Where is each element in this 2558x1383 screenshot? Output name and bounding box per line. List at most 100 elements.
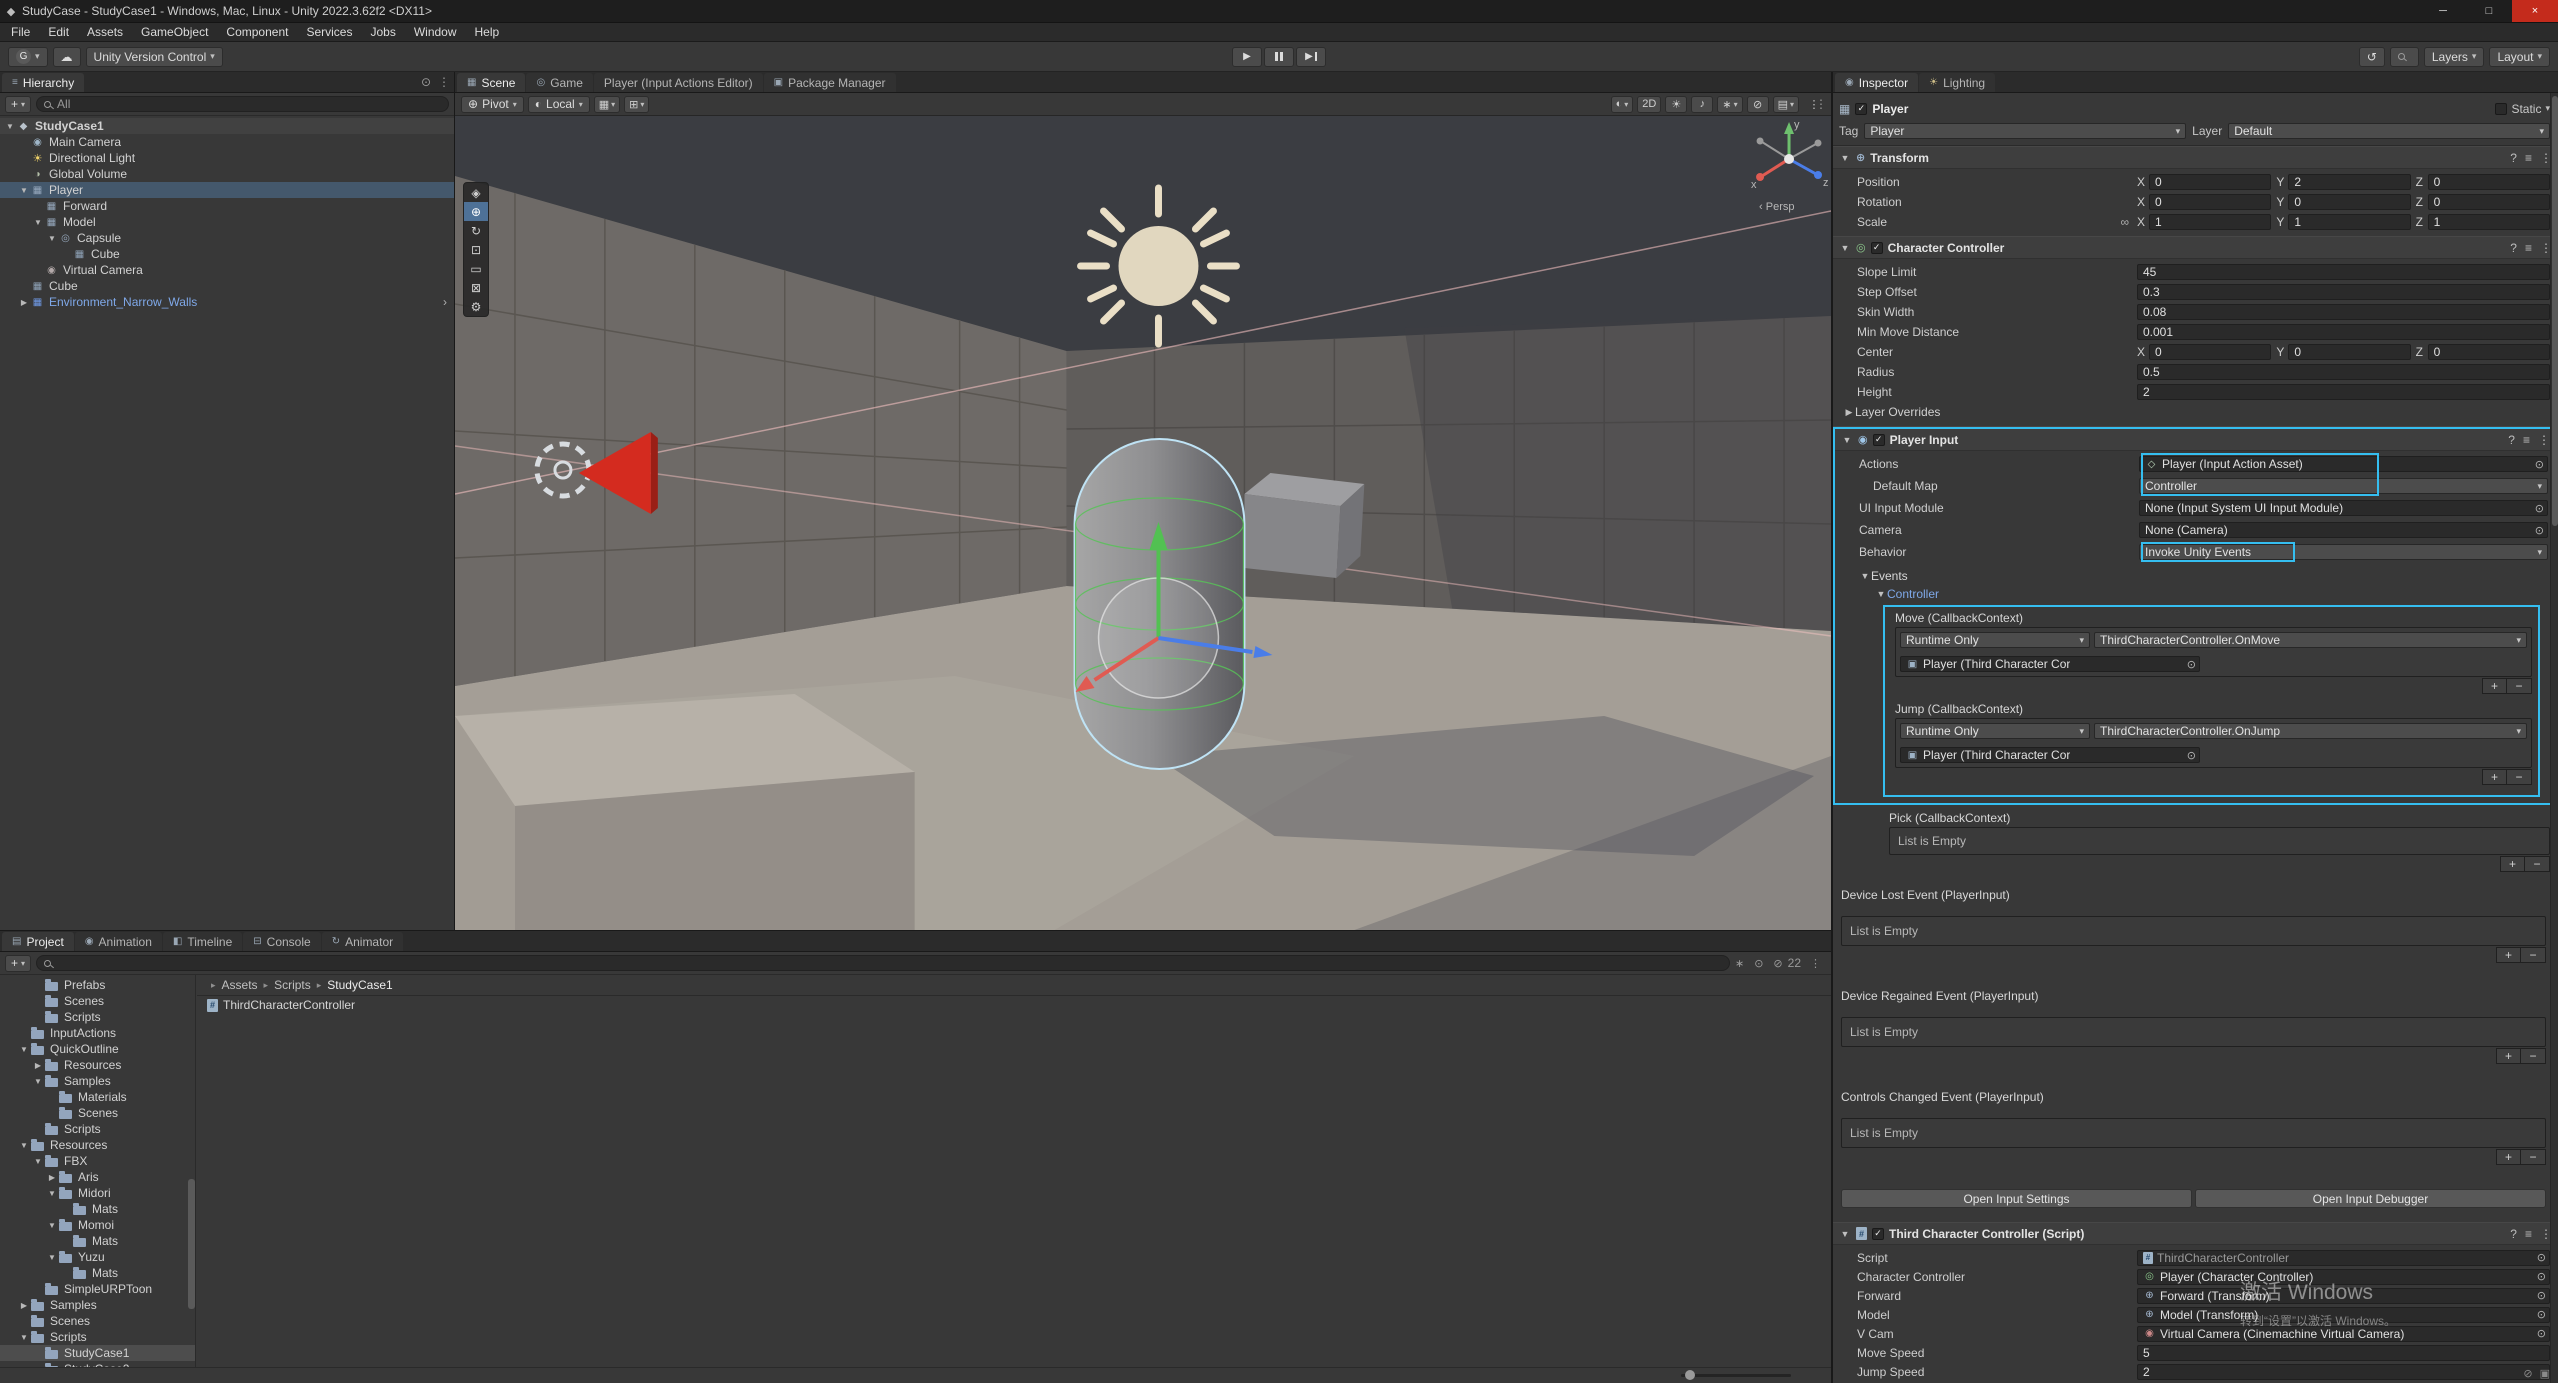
foldout-arrow[interactable]: ▼: [18, 1333, 30, 1342]
camera-object-field[interactable]: None (Camera): [2139, 522, 2548, 538]
directional-light-gizmo[interactable]: [1081, 188, 1237, 344]
z-input[interactable]: 1: [2428, 214, 2550, 230]
foldout-arrow[interactable]: [1839, 1229, 1851, 1239]
y-input[interactable]: 2: [2288, 174, 2410, 190]
hidden-packages-icon[interactable]: ⊘: [1773, 957, 1782, 970]
hierarchy-item[interactable]: ▼ StudyCase1: [0, 118, 454, 134]
x-input[interactable]: 0: [2149, 174, 2271, 190]
scene-viewport[interactable]: x y z ‹ Persp: [455, 116, 1831, 930]
event-target-field[interactable]: Player (Third Character Cor: [1900, 656, 2200, 672]
event-function-dropdown[interactable]: ThirdCharacterController.OnMove: [2094, 632, 2527, 648]
x-input[interactable]: 1: [2149, 214, 2271, 230]
events-foldout[interactable]: Events: [1839, 567, 2548, 585]
project-folder-row[interactable]: ▼ QuickOutline: [0, 1041, 195, 1057]
value-input[interactable]: 0.08: [2137, 304, 2550, 320]
presets-icon[interactable]: ≡: [2525, 241, 2532, 255]
menu-item[interactable]: Assets: [78, 23, 132, 41]
hierarchy-item[interactable]: ▼ Model: [0, 214, 454, 230]
add-event-button[interactable]: +: [2482, 678, 2507, 694]
hierarchy-item[interactable]: Directional Light: [0, 150, 454, 166]
foldout-arrow[interactable]: ▼: [18, 1045, 30, 1054]
foldout-arrow[interactable]: ▶: [46, 1173, 58, 1182]
z-input[interactable]: 0: [2428, 174, 2550, 190]
object-picker-icon[interactable]: [2534, 1251, 2546, 1264]
player-input-header[interactable]: Player Input ? ≡ ⋮: [1835, 429, 2556, 451]
bottom-panel-tab[interactable]: Console: [243, 932, 320, 951]
zoom-slider-thumb[interactable]: [1685, 1370, 1695, 1380]
foldout-arrow[interactable]: [1843, 407, 1855, 418]
remove-event-button[interactable]: −: [2525, 856, 2550, 872]
project-folder-row[interactable]: ▼ Yuzu: [0, 1249, 195, 1265]
activity-icon[interactable]: ⊘: [2523, 1367, 2532, 1380]
event-function-dropdown[interactable]: ThirdCharacterController.OnJump: [2094, 723, 2527, 739]
hierarchy-item[interactable]: Virtual Camera: [0, 262, 454, 278]
minimize-button[interactable]: ─: [2420, 0, 2466, 22]
object-field[interactable]: Forward (Transform): [2137, 1288, 2550, 1304]
scene-tool-button[interactable]: ◈: [464, 183, 488, 202]
y-input[interactable]: 0: [2288, 344, 2410, 360]
search-by-type-icon[interactable]: ∗: [1735, 957, 1744, 970]
remove-event-button[interactable]: −: [2507, 769, 2532, 785]
menu-item[interactable]: File: [2, 23, 39, 41]
object-field[interactable]: Virtual Camera (Cinemachine Virtual Came…: [2137, 1326, 2550, 1342]
tag-dropdown[interactable]: Player: [1864, 123, 2186, 139]
project-folder-row[interactable]: Scripts: [0, 1121, 195, 1137]
object-picker-icon[interactable]: [2532, 524, 2544, 537]
presets-icon[interactable]: ≡: [2523, 433, 2530, 447]
remove-event-button[interactable]: −: [2507, 678, 2532, 694]
cloud-services-button[interactable]: ☁: [53, 47, 81, 67]
scene-tool-button[interactable]: ▭: [464, 259, 488, 278]
foldout-arrow[interactable]: [1841, 435, 1853, 445]
snap-settings-dropdown[interactable]: ⊞▾: [624, 96, 649, 113]
active-checkbox[interactable]: [1855, 103, 1867, 115]
value-input[interactable]: 5: [2137, 1345, 2550, 1361]
breadcrumb-item[interactable]: ▸ Assets: [205, 978, 258, 992]
project-folder-row[interactable]: ▼ Midori: [0, 1185, 195, 1201]
scene-visibility-toggle[interactable]: ⊘: [1747, 96, 1769, 113]
foldout-arrow[interactable]: ▼: [4, 122, 16, 131]
perspective-label[interactable]: ‹ Persp: [1759, 201, 1794, 213]
object-picker-icon[interactable]: [2184, 749, 2196, 762]
x-input[interactable]: 0: [2149, 194, 2271, 210]
menu-item[interactable]: Window: [405, 23, 466, 41]
scene-view-tab[interactable]: Game: [526, 73, 592, 92]
remove-event-button[interactable]: −: [2521, 1048, 2546, 1064]
foldout-arrow[interactable]: ▼: [46, 1253, 58, 1262]
y-input[interactable]: 0: [2288, 194, 2410, 210]
scene-tool-button[interactable]: ⊠: [464, 278, 488, 297]
thumbnail-zoom-slider[interactable]: [1681, 1374, 1791, 1377]
presets-icon[interactable]: ≡: [2525, 1227, 2532, 1241]
layout-dropdown[interactable]: Layout ▾: [2489, 47, 2550, 67]
character-controller-header[interactable]: Character Controller ? ≡ ⋮: [1833, 237, 2558, 259]
help-icon[interactable]: ?: [2510, 1227, 2517, 1241]
layer-overrides-row[interactable]: Layer Overrides: [1833, 402, 2550, 422]
add-asset-button[interactable]: + ▾: [5, 955, 31, 972]
project-folder-row[interactable]: SimpleURPToon: [0, 1281, 195, 1297]
event-target-field[interactable]: Player (Third Character Cor: [1900, 747, 2200, 763]
object-field[interactable]: Player (Character Controller): [2137, 1269, 2550, 1285]
component-grid-dropdown[interactable]: ▤▾: [1773, 96, 1799, 113]
add-event-button[interactable]: +: [2496, 1048, 2521, 1064]
inspector-tab[interactable]: Lighting: [1919, 73, 1995, 92]
actions-object-field[interactable]: Player (Input Action Asset): [2139, 456, 2548, 472]
add-event-button[interactable]: +: [2496, 947, 2521, 963]
hierarchy-item[interactable]: Global Volume: [0, 166, 454, 182]
foldout-arrow[interactable]: ▼: [18, 186, 30, 195]
foldout-arrow[interactable]: ▼: [46, 1221, 58, 1230]
value-input[interactable]: 45: [2137, 264, 2550, 280]
scene-audio-toggle[interactable]: ♪: [1691, 96, 1713, 113]
menu-item[interactable]: Help: [466, 23, 509, 41]
hierarchy-item[interactable]: Forward: [0, 198, 454, 214]
link-scale-icon[interactable]: ∞: [2120, 215, 2129, 229]
event-mode-dropdown[interactable]: Runtime Only: [1900, 723, 2090, 739]
2d-toggle[interactable]: 2D: [1637, 96, 1661, 113]
foldout-arrow[interactable]: ▶: [18, 298, 30, 307]
foldout-arrow[interactable]: ▶: [18, 1301, 30, 1310]
project-folder-row[interactable]: ▼ Momoi: [0, 1217, 195, 1233]
object-picker-icon[interactable]: [2534, 1308, 2546, 1321]
project-folder-row[interactable]: ▶ Samples: [0, 1297, 195, 1313]
project-folder-row[interactable]: Scenes: [0, 1313, 195, 1329]
inspector-scrollbar-thumb[interactable]: [2552, 96, 2558, 526]
search-button[interactable]: [2390, 47, 2419, 67]
foldout-arrow[interactable]: [1839, 153, 1851, 163]
